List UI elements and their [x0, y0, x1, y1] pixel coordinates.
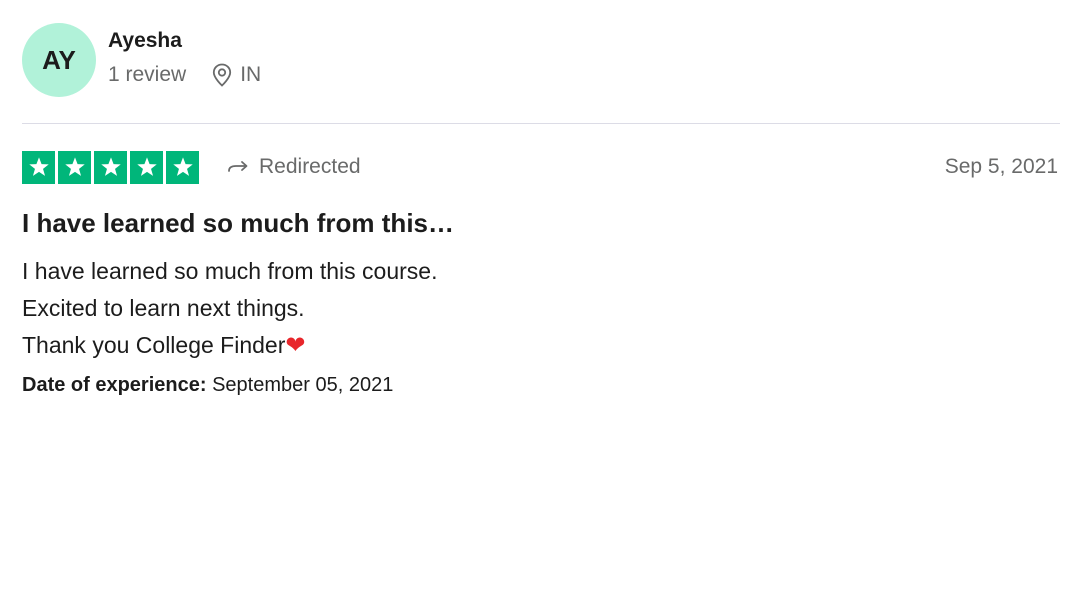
review-body: I have learned so much from this course.…: [22, 253, 1060, 364]
review-title[interactable]: I have learned so much from this…: [22, 207, 1060, 239]
country-code: IN: [240, 63, 262, 86]
review-body-line: Excited to learn next things.: [22, 295, 305, 321]
star-rating: [22, 150, 199, 184]
status-label: Redirected: [259, 155, 361, 178]
avatar-initials: AY: [42, 44, 76, 75]
redirect-arrow-icon: [228, 161, 248, 172]
reviewer-header: AY Ayesha 1 review IN: [22, 22, 1060, 102]
review-body-line: I have learned so much from this course.: [22, 258, 438, 284]
reviewer-name[interactable]: Ayesha: [108, 28, 261, 54]
experience-date: September 05, 2021: [212, 374, 394, 396]
reviewer-info: Ayesha 1 review IN: [108, 22, 261, 87]
star-icon: [94, 150, 127, 184]
heart-emoji-icon: ❤: [285, 332, 306, 359]
review-status[interactable]: Redirected: [227, 155, 361, 179]
rating-row: Redirected Sep 5, 2021: [22, 150, 1060, 184]
review-count: 1 review: [108, 63, 187, 86]
divider: [22, 123, 1060, 124]
avatar[interactable]: AY: [22, 23, 96, 97]
experience-label: Date of experience:: [22, 374, 207, 396]
reviewer-location: IN: [212, 63, 261, 87]
review-date: Sep 5, 2021: [944, 155, 1058, 178]
star-icon: [130, 150, 163, 184]
review-body-line-last: Thank you College Finder❤: [22, 327, 1060, 364]
location-pin-icon: [213, 63, 232, 87]
star-icon: [58, 150, 91, 184]
star-icon: [166, 150, 199, 184]
review-card: AY Ayesha 1 review IN Redirected Sep 5, …: [22, 22, 1060, 398]
reviewer-meta: 1 review IN: [108, 63, 261, 87]
star-icon: [22, 150, 55, 184]
review-body-text: Thank you College Finder: [22, 332, 286, 358]
date-of-experience: Date of experience: September 05, 2021: [22, 372, 1060, 398]
